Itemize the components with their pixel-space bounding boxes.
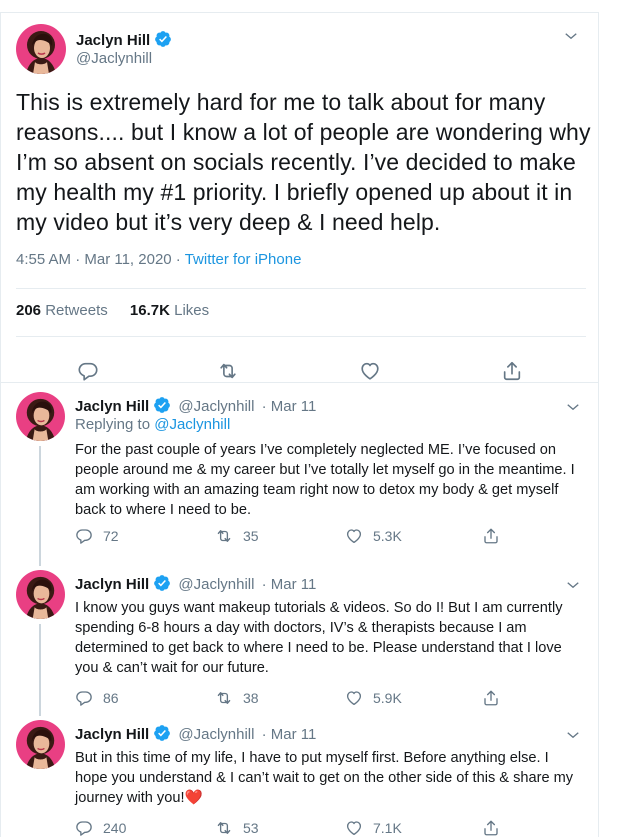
retweet-icon [215,527,233,545]
reply-icon [75,819,93,837]
retweet-button[interactable]: 35 [215,527,259,545]
likes-count: 16.7K [129,302,170,319]
reply-text: I know you guys want makeup tutorials & … [75,600,563,676]
reply-text-content: But in this time of my life, I have to p… [75,750,574,806]
reply-count: 72 [103,528,119,544]
chevron-down-icon[interactable] [562,27,580,45]
replying-prefix: Replying to [75,416,155,433]
verified-badge-icon [153,724,171,742]
retweets-stat[interactable]: 206 Retweets [16,302,108,319]
like-count: 5.3K [373,528,402,544]
reply-button[interactable]: 86 [75,689,119,707]
likes-label: Likes [174,302,210,319]
heart-emoji: ❤️ [184,790,203,806]
share-button[interactable] [482,689,510,707]
retweet-count: 35 [243,528,259,544]
share-icon[interactable] [501,360,523,382]
share-icon [482,527,500,545]
share-icon [482,819,500,837]
reply-actions: 86 38 5.9K [75,689,575,709]
tweet-meta: 4:55 AM · Mar 11, 2020 · Twitter for iPh… [16,251,301,268]
retweet-icon [215,689,233,707]
retweet-icon[interactable] [217,360,239,382]
like-button[interactable]: 5.3K [345,527,402,545]
reply-header: Jaclyn Hill @Jaclynhill · Mar 11 [75,396,316,415]
avatar[interactable] [16,720,65,769]
verified-badge-icon [154,30,172,48]
reply-actions: 72 35 5.3K [75,527,575,547]
chevron-down-icon[interactable] [564,726,582,744]
tweet-thread: Jaclyn Hill @Jaclynhill This is extremel… [0,12,599,837]
replying-to-handle[interactable]: @Jaclynhill [154,416,230,433]
like-count: 5.9K [373,690,402,706]
retweets-label: Retweets [45,302,108,319]
reply-header: Jaclyn Hill @Jaclynhill · Mar 11 [75,574,316,593]
retweet-count: 53 [243,820,259,836]
share-button[interactable] [482,527,510,545]
avatar-image [16,720,65,769]
reply-tweet[interactable]: Jaclyn Hill @Jaclynhill · Mar 11 I know … [1,562,599,716]
share-button[interactable] [482,819,510,837]
tweet-stats: 206 Retweets 16.7K Likes [16,302,227,319]
reply-count: 240 [103,820,127,836]
divider [16,336,586,337]
reply-icon [75,527,93,545]
avatar-image [16,392,65,441]
avatar[interactable] [16,392,65,441]
like-button[interactable]: 7.1K [345,819,402,837]
reply-actions: 240 53 7.1K [75,819,575,837]
reply-text: For the past couple of years I’ve comple… [75,442,575,518]
main-author-handle[interactable]: @Jaclynhill [76,50,152,67]
reply-text: But in this time of my life, I have to p… [75,748,585,808]
like-icon [345,689,363,707]
reply-date[interactable]: · Mar 11 [262,726,317,743]
verified-badge-icon [153,574,171,592]
retweet-icon [215,819,233,837]
tweet-source-link[interactable]: Twitter for iPhone [185,251,302,268]
retweets-count: 206 [16,302,42,319]
author-handle[interactable]: @Jaclynhill [178,726,254,743]
replying-to: Replying to @Jaclynhill [75,416,230,433]
thread-line [39,446,41,566]
reply-count: 86 [103,690,119,706]
author-name[interactable]: Jaclyn Hill [75,576,149,593]
chevron-down-icon[interactable] [564,576,582,594]
like-count: 7.1K [373,820,402,836]
reply-date[interactable]: · Mar 11 [262,398,317,415]
reply-tweet[interactable]: Jaclyn Hill @Jaclynhill · Mar 11 Replyin… [1,384,599,566]
author-name[interactable]: Jaclyn Hill [75,398,149,415]
retweet-button[interactable]: 38 [215,689,259,707]
reply-button[interactable]: 240 [75,819,126,837]
author-handle[interactable]: @Jaclynhill [178,576,254,593]
like-icon [345,527,363,545]
like-icon [345,819,363,837]
avatar[interactable] [16,570,65,619]
reply-date[interactable]: · Mar 11 [262,576,317,593]
avatar[interactable] [16,24,66,74]
reply-tweet[interactable]: Jaclyn Hill @Jaclynhill · Mar 11 But in … [1,712,599,837]
avatar-image [16,24,66,74]
reply-button[interactable]: 72 [75,527,119,545]
like-icon[interactable] [359,360,381,382]
author-name[interactable]: Jaclyn Hill [75,726,149,743]
divider [16,288,586,289]
divider [1,382,598,383]
main-tweet-text: This is extremely hard for me to talk ab… [16,89,591,235]
verified-badge-icon [153,396,171,414]
reply-icon[interactable] [77,360,99,382]
main-author-name[interactable]: Jaclyn Hill [76,30,172,49]
share-icon [482,689,500,707]
retweet-button[interactable]: 53 [215,819,259,837]
chevron-down-icon[interactable] [564,398,582,416]
thread-line [39,624,41,716]
likes-stat[interactable]: 16.7K Likes [130,302,209,319]
reply-icon [75,689,93,707]
tweet-timestamp[interactable]: 4:55 AM · Mar 11, 2020 · [16,251,185,268]
author-handle[interactable]: @Jaclynhill [178,398,254,415]
author-name-text: Jaclyn Hill [76,32,151,49]
like-button[interactable]: 5.9K [345,689,402,707]
avatar-image [16,570,65,619]
retweet-count: 38 [243,690,259,706]
reply-header: Jaclyn Hill @Jaclynhill · Mar 11 [75,724,316,743]
